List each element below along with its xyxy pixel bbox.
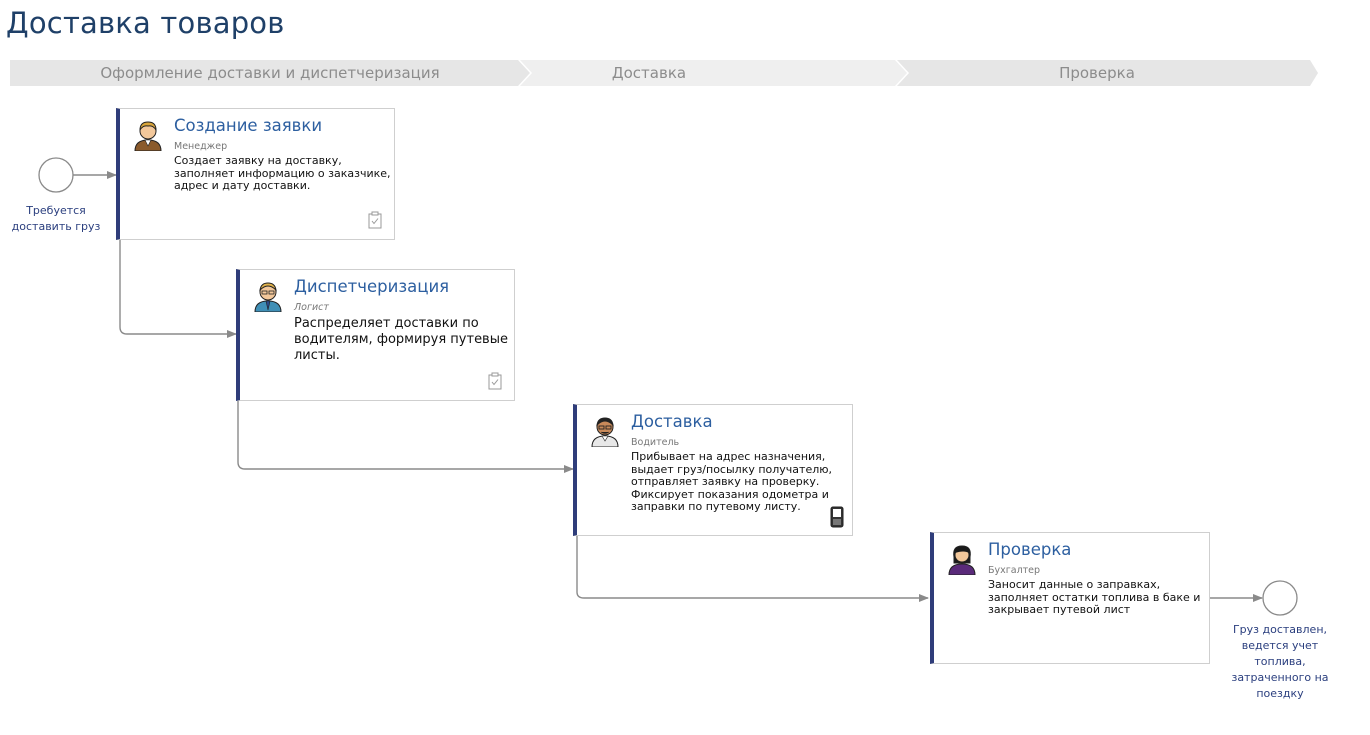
accountant-avatar-icon	[948, 545, 976, 575]
task-description: Распределяет доставки по водителям, форм…	[294, 316, 508, 363]
task-title: Создание заявки	[174, 116, 323, 135]
task-role: Менеджер	[174, 141, 228, 152]
manager-avatar-icon	[134, 121, 162, 151]
task-description: Заносит данные о заправках, заполняет ос…	[988, 578, 1201, 616]
task-description: Прибывает на адрес назначения, выдает гр…	[631, 450, 833, 513]
connector-3-4	[576, 535, 929, 602]
end-event-label: Груз доставлен, ведется учет топлива, за…	[1231, 623, 1329, 700]
task-card-verification[interactable]: Проверка Бухгалтер Заносит данные о запр…	[930, 532, 1210, 664]
phase-label-1: Оформление доставки и диспетчеризация	[100, 64, 440, 82]
phase-label-3: Проверка	[1059, 64, 1135, 82]
phase-label-2: Доставка	[611, 64, 687, 82]
end-event-circle[interactable]	[1262, 580, 1298, 616]
task-title: Доставка	[631, 412, 713, 431]
logist-avatar-icon	[254, 282, 282, 312]
clipboard-check-icon	[488, 372, 502, 390]
task-card-delivery[interactable]: Доставка Водитель Прибывает на адрес наз…	[573, 404, 853, 536]
task-role: Водитель	[631, 437, 680, 448]
connector-2-3	[237, 400, 574, 473]
task-card-dispatching[interactable]: Диспетчеризация Логист Распределяет дост…	[236, 269, 515, 401]
task-card-create-request[interactable]: Создание заявки Менеджер Создает заявку …	[116, 108, 395, 240]
clipboard-check-icon	[368, 211, 382, 229]
connector-1-2	[119, 240, 237, 338]
start-event-circle[interactable]	[38, 157, 74, 193]
task-title: Диспетчеризация	[294, 277, 450, 296]
driver-avatar-icon	[591, 417, 619, 447]
mobile-phone-icon	[830, 506, 844, 528]
task-title: Проверка	[988, 540, 1072, 559]
task-description: Создает заявку на доставку, заполняет ин…	[174, 154, 391, 192]
start-event-label: Требуется доставить груз	[11, 204, 101, 233]
task-role: Логист	[294, 302, 329, 313]
task-role: Бухгалтер	[988, 565, 1041, 576]
